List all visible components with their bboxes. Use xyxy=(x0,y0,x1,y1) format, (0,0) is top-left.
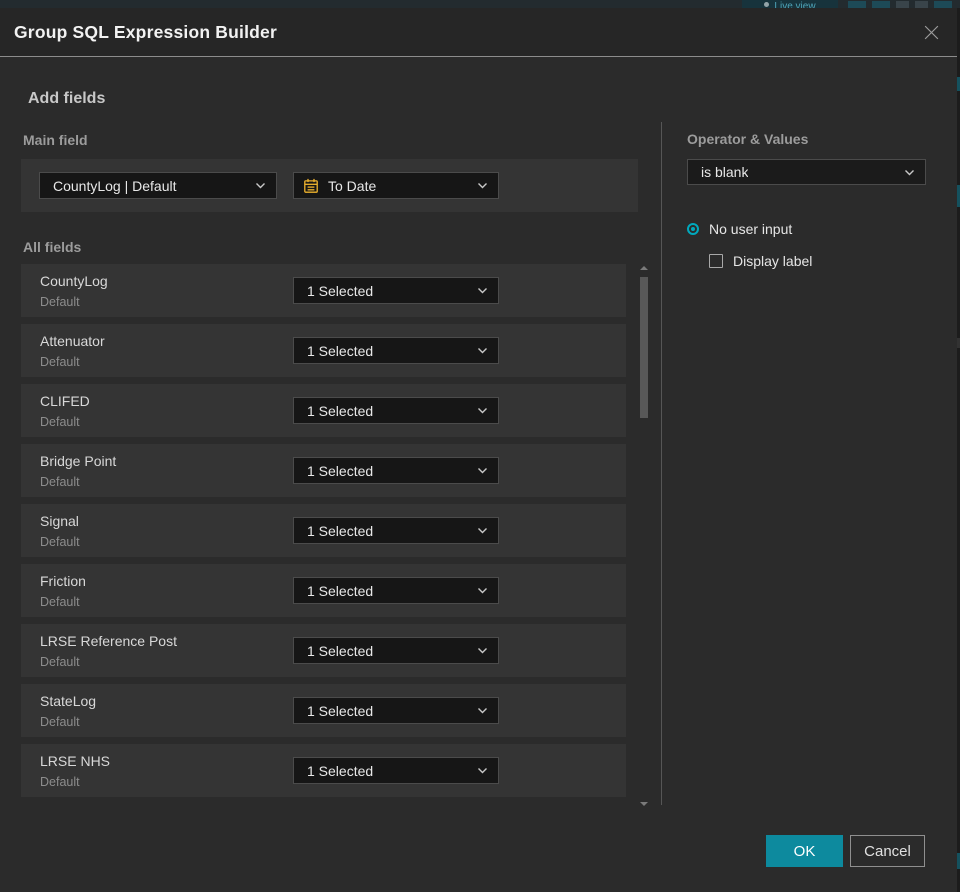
calendar-icon xyxy=(304,178,318,193)
field-row: CountyLog Default 1 Selected xyxy=(21,264,626,317)
field-name: LRSE NHS xyxy=(40,753,111,769)
field-values-select[interactable]: 1 Selected xyxy=(293,697,499,724)
field-values-select[interactable]: 1 Selected xyxy=(293,337,499,364)
no-user-input-label: No user input xyxy=(709,221,793,237)
field-values-select-value: 1 Selected xyxy=(307,342,374,359)
field-name: Attenuator xyxy=(40,333,105,349)
field-values-select-value: 1 Selected xyxy=(307,582,374,599)
radio-button-selected[interactable] xyxy=(687,223,699,235)
section-title: Add fields xyxy=(28,90,106,107)
no-user-input-option[interactable]: No user input xyxy=(687,221,792,237)
operator-values-label: Operator & Values xyxy=(687,131,809,147)
field-subtitle: Default xyxy=(40,715,80,729)
field-values-select[interactable]: 1 Selected xyxy=(293,517,499,544)
field-values-select[interactable]: 1 Selected xyxy=(293,757,499,784)
scroll-down-arrow-icon[interactable] xyxy=(640,802,648,806)
field-values-select-value: 1 Selected xyxy=(307,522,374,539)
field-subtitle: Default xyxy=(40,295,80,309)
all-fields-label: All fields xyxy=(23,239,82,255)
field-values-select-value: 1 Selected xyxy=(307,402,374,419)
operator-select[interactable]: is blank xyxy=(687,159,926,185)
chevron-down-icon xyxy=(478,288,487,294)
field-row: CLIFED Default 1 Selected xyxy=(21,384,626,437)
background-button-fragment xyxy=(934,1,952,8)
field-values-select-value: 1 Selected xyxy=(307,762,374,779)
main-field-container: CountyLog | Default To Date xyxy=(21,159,638,212)
chevron-down-icon xyxy=(478,648,487,654)
live-view-label: Live view xyxy=(774,1,816,8)
background-button-fragment xyxy=(848,1,866,8)
field-values-select[interactable]: 1 Selected xyxy=(293,457,499,484)
field-name: Bridge Point xyxy=(40,453,117,469)
field-subtitle: Default xyxy=(40,595,80,609)
field-row: LRSE NHS Default 1 Selected xyxy=(21,744,626,797)
field-row: Friction Default 1 Selected xyxy=(21,564,626,617)
field-values-select-value: 1 Selected xyxy=(307,702,374,719)
chevron-down-icon xyxy=(478,183,487,189)
field-row: Bridge Point Default 1 Selected xyxy=(21,444,626,497)
ok-button[interactable]: OK xyxy=(766,835,843,867)
divider xyxy=(0,56,957,57)
chevron-down-icon xyxy=(905,169,914,175)
field-name: StateLog xyxy=(40,693,97,709)
chevron-down-icon xyxy=(478,468,487,474)
chevron-down-icon xyxy=(478,588,487,594)
dialog-titlebar: Group SQL Expression Builder xyxy=(0,8,957,56)
field-values-select-value: 1 Selected xyxy=(307,642,374,659)
field-subtitle: Default xyxy=(40,475,80,489)
vertical-divider xyxy=(661,122,662,805)
dialog-footer: OK Cancel xyxy=(0,835,957,867)
scrollbar-thumb[interactable] xyxy=(640,277,648,418)
field-values-select[interactable]: 1 Selected xyxy=(293,577,499,604)
field-name: LRSE Reference Post xyxy=(40,633,177,649)
scroll-up-arrow-icon[interactable] xyxy=(640,266,648,270)
chevron-down-icon xyxy=(478,408,487,414)
field-subtitle: Default xyxy=(40,535,80,549)
scrollbar[interactable] xyxy=(637,262,651,808)
field-subtitle: Default xyxy=(40,655,80,669)
field-values-select-value: 1 Selected xyxy=(307,462,374,479)
chevron-down-icon xyxy=(478,528,487,534)
main-field-label: Main field xyxy=(23,132,88,148)
dialog-title: Group SQL Expression Builder xyxy=(14,21,277,42)
field-subtitle: Default xyxy=(40,415,80,429)
field-name: CLIFED xyxy=(40,393,90,409)
main-field-select[interactable]: CountyLog | Default xyxy=(39,172,277,199)
live-view-dot-icon xyxy=(764,2,770,7)
chevron-down-icon xyxy=(478,768,487,774)
chevron-down-icon xyxy=(256,183,265,189)
background-button-fragment xyxy=(896,1,909,8)
cancel-button[interactable]: Cancel xyxy=(850,835,925,867)
field-values-select[interactable]: 1 Selected xyxy=(293,397,499,424)
background-button-fragment xyxy=(872,1,890,8)
chevron-down-icon xyxy=(478,348,487,354)
field-row: Attenuator Default 1 Selected xyxy=(21,324,626,377)
group-sql-expression-builder-dialog: Group SQL Expression Builder Add fields … xyxy=(0,8,957,892)
field-row: Signal Default 1 Selected xyxy=(21,504,626,557)
field-values-select[interactable]: 1 Selected xyxy=(293,637,499,664)
field-name: CountyLog xyxy=(40,273,108,289)
display-label-text: Display label xyxy=(733,253,813,269)
field-row: StateLog Default 1 Selected xyxy=(21,684,626,737)
main-field-select-value: CountyLog | Default xyxy=(53,177,177,194)
field-name: Signal xyxy=(40,513,79,529)
close-button[interactable] xyxy=(921,22,941,42)
field-subtitle: Default xyxy=(40,775,80,789)
operator-select-value: is blank xyxy=(701,164,749,180)
checkbox-unchecked[interactable] xyxy=(709,254,723,268)
main-field-type-value: To Date xyxy=(328,177,377,194)
background-button-fragment xyxy=(915,1,928,8)
background-toolbar: Live view xyxy=(0,0,960,8)
field-name: Friction xyxy=(40,573,86,589)
close-icon xyxy=(924,25,938,39)
field-subtitle: Default xyxy=(40,355,80,369)
field-row: LRSE Reference Post Default 1 Selected xyxy=(21,624,626,677)
main-field-type-select[interactable]: To Date xyxy=(293,172,499,199)
live-view-button[interactable]: Live view xyxy=(742,0,838,8)
all-fields-list: CountyLog Default 1 Selected Attenuator Defa… xyxy=(21,264,626,804)
chevron-down-icon xyxy=(478,708,487,714)
field-values-select-value: 1 Selected xyxy=(307,282,374,299)
display-label-option[interactable]: Display label xyxy=(709,253,812,269)
field-values-select[interactable]: 1 Selected xyxy=(293,277,499,304)
